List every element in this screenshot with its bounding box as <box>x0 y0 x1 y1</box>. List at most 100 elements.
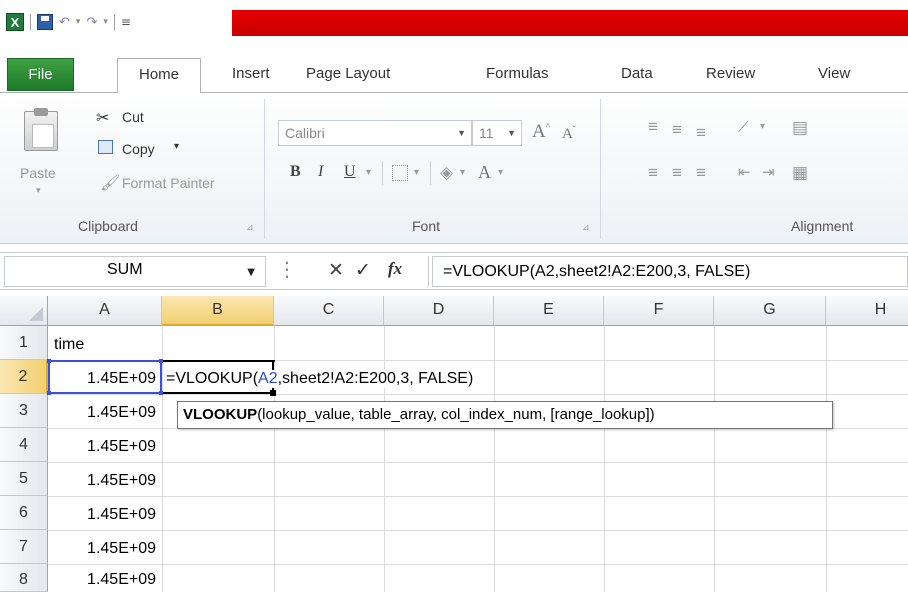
cell-a4[interactable]: 1.45E+09 <box>48 438 156 456</box>
reference-handle <box>47 359 51 363</box>
clipboard-launcher-icon[interactable]: ⊿ <box>246 223 254 233</box>
format-painter-icon[interactable]: 🖌 <box>100 173 120 193</box>
tab-view[interactable]: View <box>818 58 850 92</box>
grow-font-icon[interactable]: A^ <box>532 121 550 143</box>
shrink-font-icon[interactable]: Aˇ <box>562 124 576 143</box>
column-header-d[interactable]: D <box>384 296 494 326</box>
tooltip-function-name[interactable]: VLOOKUP <box>183 406 257 423</box>
orientation-dropdown-icon[interactable]: ▾ <box>760 121 765 132</box>
tab-home[interactable]: Home <box>117 58 201 93</box>
tab-formulas[interactable]: Formulas <box>486 58 549 92</box>
column-header-e[interactable]: E <box>494 296 604 326</box>
align-right-icon[interactable]: ≡ <box>696 163 706 183</box>
cell-a8[interactable]: 1.45E+09 <box>48 571 156 589</box>
column-header-b[interactable]: B <box>162 296 274 326</box>
fill-color-dropdown-icon[interactable]: ▾ <box>460 167 465 178</box>
redo-dropdown-icon[interactable]: ▾ <box>103 17 108 27</box>
paste-icon[interactable] <box>24 108 58 151</box>
redo-icon[interactable]: ↷ <box>86 15 97 30</box>
undo-icon[interactable]: ↶ <box>59 15 70 30</box>
bold-icon[interactable]: B <box>290 163 301 181</box>
align-top-icon[interactable]: ≡ <box>648 117 658 137</box>
row-header-3[interactable]: 3 <box>0 394 48 428</box>
underline-icon[interactable]: U <box>344 163 356 181</box>
copy-button[interactable]: Copy <box>122 141 155 157</box>
worksheet-grid[interactable]: A B C D E F G H 1 2 3 4 5 6 7 8 time 1.4… <box>0 296 908 592</box>
tab-page-layout[interactable]: Page Layout <box>306 58 390 92</box>
format-painter-button[interactable]: Format Painter <box>122 175 215 191</box>
formula-suffix: ,sheet2!A2:E200,3, FALSE) <box>277 370 474 387</box>
qat-separator <box>113 14 115 30</box>
scissors-icon[interactable]: ✂ <box>96 108 109 128</box>
column-header-g[interactable]: G <box>714 296 826 326</box>
cell-b2-editing[interactable]: =VLOOKUP(A2,sheet2!A2:E200,3, FALSE) <box>166 370 476 388</box>
font-separator <box>430 161 431 185</box>
underline-dropdown-icon[interactable]: ▾ <box>366 167 371 178</box>
decrease-indent-icon[interactable]: ⇤ <box>738 163 751 181</box>
row-header-7[interactable]: 7 <box>0 530 48 564</box>
font-name-combo[interactable]: Calibri ▼ <box>278 120 472 146</box>
font-separator <box>382 161 383 185</box>
row-header-1[interactable]: 1 <box>0 326 48 360</box>
tab-data[interactable]: Data <box>621 58 653 92</box>
borders-dropdown-icon[interactable]: ▾ <box>414 167 419 178</box>
wrap-text-icon[interactable]: ▤ <box>792 118 808 138</box>
increase-indent-icon[interactable]: ⇥ <box>762 163 775 181</box>
cell-a5[interactable]: 1.45E+09 <box>48 472 156 490</box>
tab-file[interactable]: File <box>7 58 74 91</box>
column-header-a[interactable]: A <box>48 296 162 326</box>
formula-input[interactable]: =VLOOKUP(A2,sheet2!A2:E200,3, FALSE) <box>432 256 908 287</box>
function-argument-tooltip[interactable]: VLOOKUP(lookup_value, table_array, col_i… <box>177 401 833 429</box>
tab-review[interactable]: Review <box>706 58 755 92</box>
merge-center-icon[interactable]: ▦ <box>792 163 808 183</box>
cell-a6[interactable]: 1.45E+09 <box>48 506 156 524</box>
formula-reference-a2: A2 <box>258 370 278 387</box>
customize-qat-icon[interactable]: ≡ <box>121 15 131 29</box>
select-all-corner[interactable] <box>0 296 48 326</box>
cell-a3[interactable]: 1.45E+09 <box>48 404 156 422</box>
quick-access-toolbar: X ↶ ▾ ↷ ▾ ≡ <box>6 11 131 33</box>
column-header-c[interactable]: C <box>274 296 384 326</box>
tab-insert[interactable]: Insert <box>232 58 270 92</box>
name-box-value: SUM <box>107 261 143 278</box>
align-bottom-icon[interactable]: ≡ <box>696 123 706 143</box>
font-size-combo[interactable]: 11 ▼ <box>472 120 522 146</box>
cancel-icon[interactable]: ✕ <box>328 259 344 281</box>
undo-dropdown-icon[interactable]: ▾ <box>76 17 81 27</box>
borders-icon[interactable] <box>392 165 408 181</box>
row-header-5[interactable]: 5 <box>0 462 48 496</box>
column-header-h[interactable]: H <box>826 296 908 326</box>
gridline <box>48 530 908 531</box>
row-header-6[interactable]: 6 <box>0 496 48 530</box>
fill-color-icon[interactable]: ◈ <box>440 163 453 183</box>
align-middle-icon[interactable]: ≡ <box>672 120 682 140</box>
row-header-4[interactable]: 4 <box>0 428 48 462</box>
font-size-value: 11 <box>479 125 494 141</box>
copy-icon[interactable] <box>98 140 113 154</box>
cell-a1[interactable]: time <box>54 336 84 354</box>
tooltip-arguments: (lookup_value, table_array, col_index_nu… <box>257 406 655 423</box>
paste-dropdown-icon[interactable]: ▾ <box>36 185 41 196</box>
enter-icon[interactable]: ✓ <box>355 259 371 281</box>
copy-dropdown-icon[interactable]: ▾ <box>174 141 179 152</box>
italic-icon[interactable]: I <box>318 163 323 181</box>
gridline <box>48 564 908 565</box>
chevron-down-icon[interactable]: ▼ <box>247 267 255 278</box>
row-header-2[interactable]: 2 <box>0 360 48 394</box>
align-left-icon[interactable]: ≡ <box>648 163 658 183</box>
cell-a7[interactable]: 1.45E+09 <box>48 540 156 558</box>
paste-button[interactable]: Paste <box>20 165 56 181</box>
name-box[interactable]: SUM ▼ <box>4 256 266 287</box>
column-header-f[interactable]: F <box>604 296 714 326</box>
fill-handle[interactable] <box>270 390 276 396</box>
save-icon[interactable] <box>37 14 53 30</box>
row-header-8[interactable]: 8 <box>0 564 48 592</box>
cut-button[interactable]: Cut <box>122 109 144 125</box>
font-launcher-icon[interactable]: ⊿ <box>582 223 590 233</box>
insert-function-icon[interactable]: fx <box>388 259 402 279</box>
font-color-icon[interactable]: A <box>478 162 491 183</box>
font-color-dropdown-icon[interactable]: ▾ <box>498 167 503 178</box>
excel-app-icon[interactable]: X <box>6 13 24 31</box>
orientation-icon[interactable]: ⟋ <box>738 119 749 136</box>
align-center-icon[interactable]: ≡ <box>672 163 682 183</box>
